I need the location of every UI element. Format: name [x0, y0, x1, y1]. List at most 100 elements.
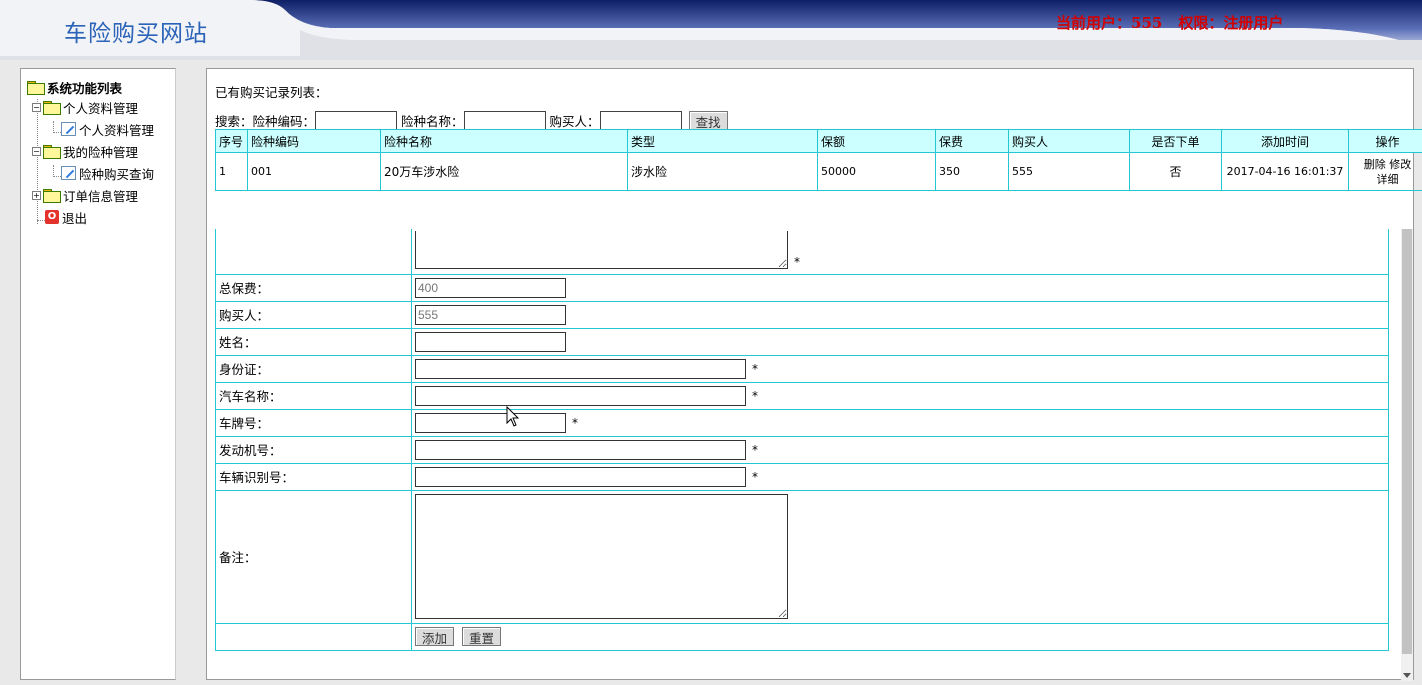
edit-link[interactable]: 修改: [1389, 158, 1411, 171]
form-row-actions: 添加 重置: [215, 622, 1389, 651]
form-value: *: [411, 435, 1389, 464]
buyer-search-label: 购买人：: [549, 113, 600, 129]
tree-item-profile[interactable]: 个人资料管理: [61, 119, 154, 139]
form-label: 姓名：: [215, 327, 412, 356]
form-value: [411, 489, 1389, 624]
sidebar: 系统功能列表 − 个人资料管理 个人资料管理 − 我的险种管理 险种购买查询 +…: [20, 68, 176, 680]
detail-link[interactable]: 详细: [1377, 173, 1399, 186]
required-mark: *: [752, 469, 758, 484]
search-button[interactable]: 查找: [688, 110, 728, 130]
name-search-label: 险种名称：: [401, 113, 464, 129]
folder-icon: [43, 189, 61, 203]
tree-group-insurance[interactable]: − 我的险种管理: [32, 141, 138, 161]
cell-time: 2017-04-16 16:01:37: [1221, 152, 1349, 191]
form-label: 备注：: [215, 489, 412, 624]
form-row-name: 姓名：: [215, 327, 1389, 356]
exit-label: 退出: [62, 210, 88, 226]
collapse-icon[interactable]: −: [32, 146, 41, 156]
column-header: 保额: [817, 129, 936, 153]
buyer-search-input[interactable]: [599, 110, 682, 130]
tree-line: [37, 99, 38, 224]
plate-number-input[interactable]: [415, 412, 566, 433]
form-label: 身份证：: [215, 354, 412, 383]
folder-open-icon: [43, 101, 61, 115]
cell-premium: 350: [935, 152, 1009, 191]
form-row-buyer: 购买人：: [215, 300, 1389, 329]
tree-group-label: 个人资料管理: [63, 100, 139, 116]
form-row-id-card: 身份证： *: [215, 354, 1389, 383]
remark-textarea[interactable]: [415, 494, 788, 619]
tree-item-purchase-query[interactable]: 险种购买查询: [61, 163, 154, 183]
form-row-total-premium: 总保费：: [215, 273, 1389, 302]
form-value: *: [411, 408, 1389, 437]
form-row-car-name: 汽车名称： *: [215, 381, 1389, 410]
buyer-input[interactable]: [415, 304, 566, 325]
column-header: 操作: [1348, 129, 1422, 153]
search-bar: 搜索： 险种编码： 险种名称： 购买人： 查找: [215, 109, 728, 131]
folder-open-icon: [43, 145, 61, 159]
tree-group-orders[interactable]: + 订单信息管理: [32, 185, 138, 205]
exit-icon: O: [45, 210, 59, 224]
form-value: [411, 300, 1389, 329]
cell-name: 20万车涉水险: [380, 152, 628, 191]
name-search-input[interactable]: [463, 110, 546, 130]
form-label: 车辆识别号：: [215, 462, 412, 491]
required-mark: *: [794, 254, 800, 269]
code-search-input[interactable]: [315, 110, 398, 130]
form-value: *: [411, 381, 1389, 410]
panel-scrollbar[interactable]: [1401, 229, 1413, 681]
cell-buyer: 555: [1008, 152, 1130, 191]
scrollbar-thumb[interactable]: [1402, 229, 1412, 654]
form-value: *: [411, 354, 1389, 383]
form-row-vin: 车辆识别号： *: [215, 462, 1389, 491]
form-label: 汽车名称：: [215, 381, 412, 410]
delete-link[interactable]: 删除: [1364, 158, 1386, 171]
cell-code: 001: [247, 152, 381, 191]
form-label: 车牌号：: [215, 408, 412, 437]
required-mark: *: [752, 388, 758, 403]
required-mark: *: [752, 442, 758, 457]
reset-button[interactable]: 重置: [462, 627, 502, 646]
site-title: 车险购买网站: [64, 21, 208, 47]
tree-line: [37, 220, 45, 221]
column-header: 购买人: [1008, 129, 1130, 153]
car-name-input[interactable]: [415, 385, 746, 406]
mouse-cursor-icon: [506, 406, 520, 427]
form-row-partial: *: [215, 229, 1389, 275]
scroll-down-arrow-icon[interactable]: [1403, 673, 1411, 678]
collapse-icon[interactable]: −: [32, 102, 41, 112]
name-input[interactable]: [415, 331, 566, 352]
cell-index: 1: [215, 152, 248, 191]
required-mark: *: [572, 415, 578, 430]
form-value: *: [411, 229, 1389, 275]
current-user-label: 当前用户：555: [1056, 14, 1163, 32]
table-row: 1 001 20万车涉水险 涉水险 50000 350 555 否 2017-0…: [215, 152, 1422, 191]
column-header: 类型: [627, 129, 818, 153]
engine-number-input[interactable]: [415, 439, 746, 460]
folder-open-icon: [27, 81, 45, 95]
form-label: 发动机号：: [215, 435, 412, 464]
total-premium-input[interactable]: [415, 277, 566, 298]
id-card-input[interactable]: [415, 358, 746, 379]
tree-root[interactable]: 系统功能列表: [27, 77, 122, 97]
form-value: [411, 327, 1389, 356]
main-content: 已有购买记录列表： 搜索： 险种编码： 险种名称： 购买人： 查找 序号 险种编…: [206, 68, 1422, 681]
partial-textarea[interactable]: [415, 230, 788, 269]
form-label: 总保费：: [215, 273, 412, 302]
vin-input[interactable]: [415, 466, 746, 487]
tree-item-label: 险种购买查询: [79, 166, 155, 182]
form-label: 购买人：: [215, 300, 412, 329]
form-label: [215, 622, 412, 651]
add-form: * 总保费： 购买人： 姓名： 身份证： * 汽车名称： * 车牌号： * 发动…: [215, 229, 1389, 651]
column-header: 添加时间: [1221, 129, 1349, 153]
tree-group-profile[interactable]: − 个人资料管理: [32, 97, 138, 117]
add-button[interactable]: 添加: [415, 627, 455, 646]
edit-note-icon: [61, 122, 76, 136]
page-header: 车险购买网站 当前用户：555 权限：注册用户: [0, 0, 1422, 60]
tree-item-exit[interactable]: O 退出: [45, 207, 87, 227]
expand-icon[interactable]: +: [32, 190, 41, 200]
form-value: [411, 273, 1389, 302]
cell-ordered: 否: [1129, 152, 1222, 191]
tree-group-label: 我的险种管理: [63, 144, 139, 160]
form-row-engine: 发动机号： *: [215, 435, 1389, 464]
